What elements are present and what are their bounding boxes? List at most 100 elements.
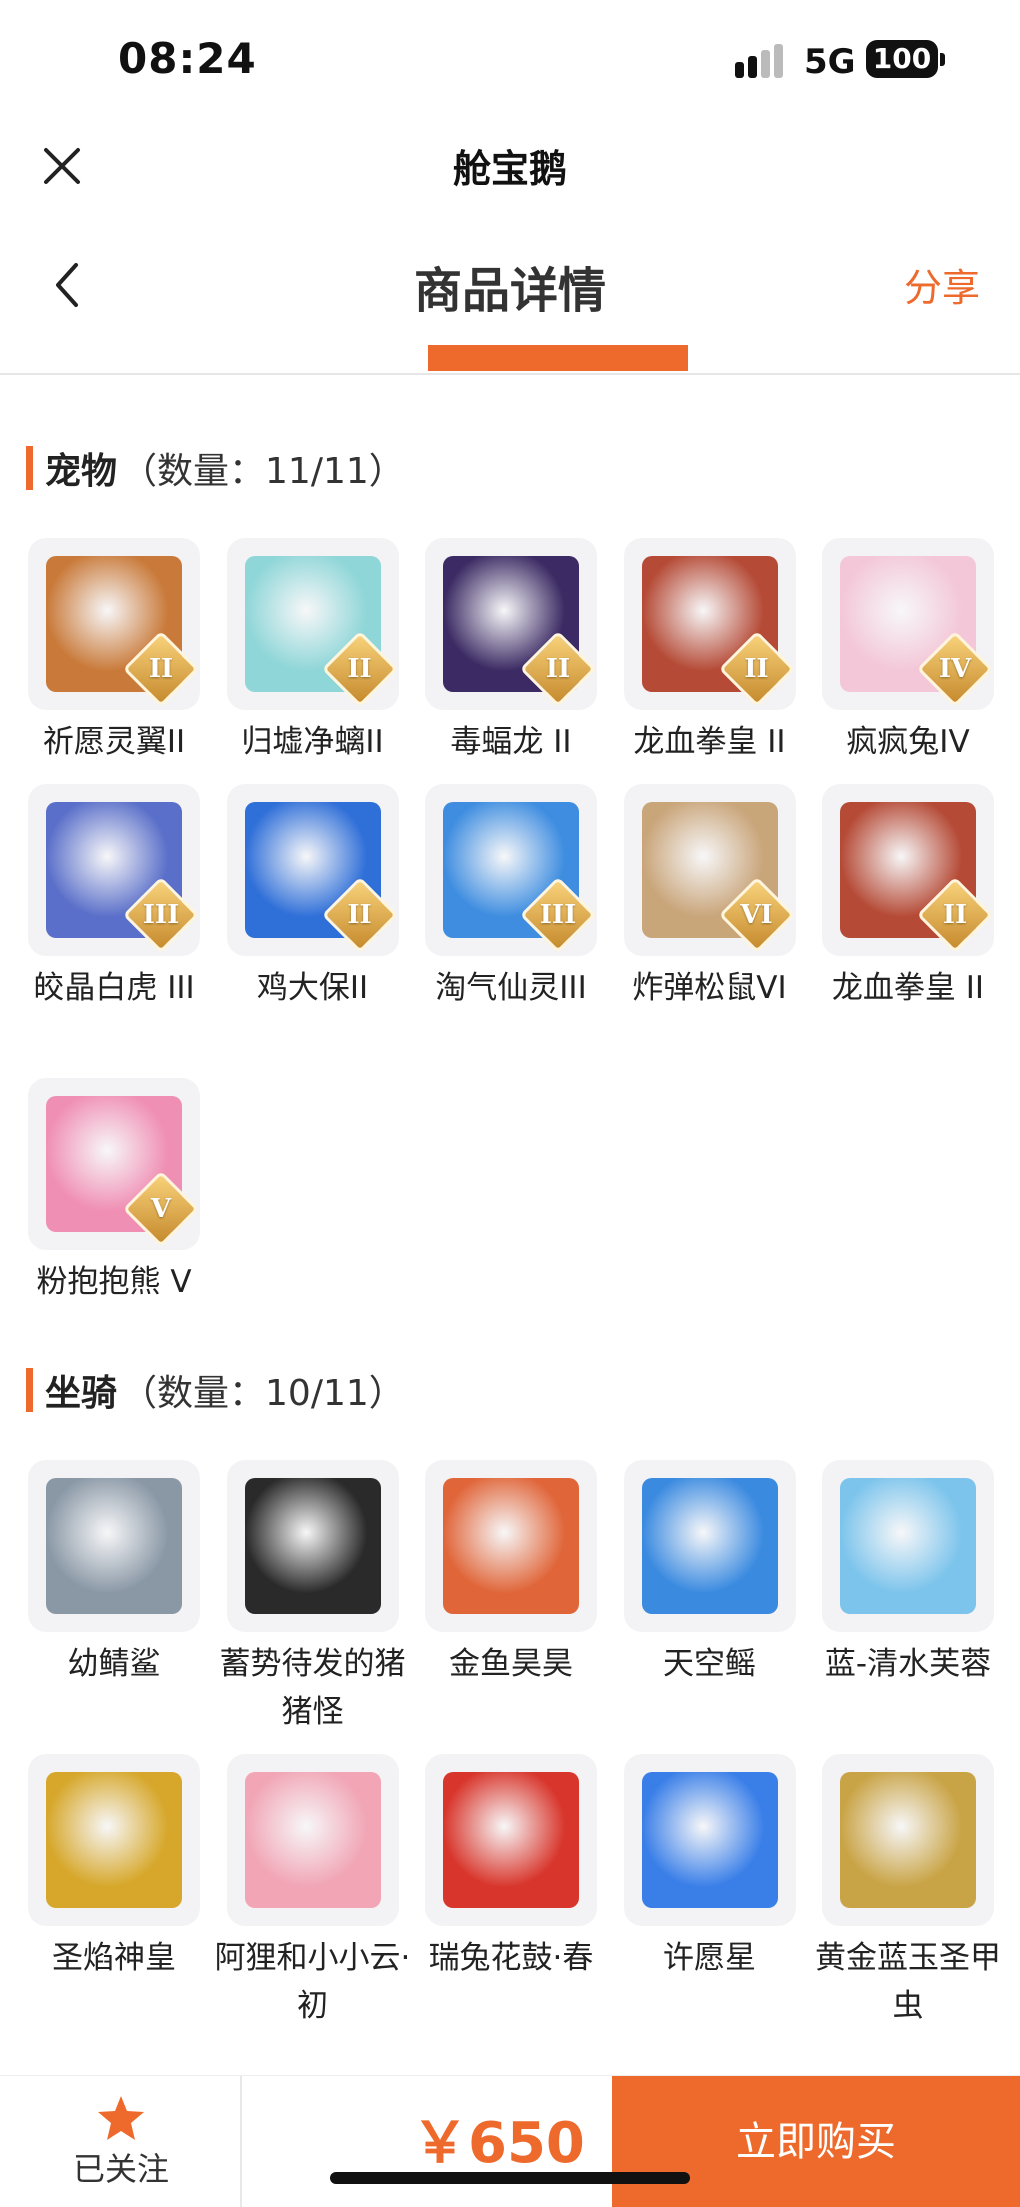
item-label: 天空鳐 — [663, 1646, 756, 1682]
item-thumbnail: II — [623, 538, 796, 710]
mount-card[interactable]: 蓄势待发的猪猪怪 — [220, 1460, 406, 1736]
rank-badge-text: III — [539, 900, 577, 930]
star-icon — [96, 2094, 146, 2142]
item-thumbnail: II — [822, 784, 994, 956]
pet-card[interactable]: II 毒蝠龙 II — [423, 538, 599, 766]
item-thumbnail — [226, 1754, 399, 1926]
item-thumbnail: III — [28, 784, 200, 956]
buy-now-button[interactable]: 立即购买 — [612, 2076, 1020, 2207]
rank-badge-text: III — [142, 900, 180, 930]
rank-badge-text: II — [942, 900, 968, 930]
pet-card[interactable]: II 龙血拳皇 II — [820, 784, 996, 1012]
section-title: 坐骑 — [45, 1373, 118, 1414]
mini-app-title: 舱宝鹅 — [452, 147, 567, 191]
rank-badge-text: IV — [938, 654, 972, 684]
mount-card[interactable]: 许愿星 — [622, 1754, 798, 1982]
item-label: 幼鲭鲨 — [67, 1646, 161, 1682]
item-label: 皎晶白虎 III — [33, 970, 195, 1006]
drum-mount-icon — [443, 1772, 579, 1908]
share-button[interactable]: 分享 — [904, 257, 980, 312]
item-label: 炸弹松鼠VI — [632, 970, 787, 1006]
item-thumbnail: II — [425, 538, 597, 710]
battery-icon: 100 — [866, 40, 938, 78]
scarab-mount-icon — [840, 1772, 976, 1908]
pet-card[interactable]: II 归墟净螭II — [225, 538, 401, 766]
star-mount-icon — [641, 1772, 778, 1908]
pet-card[interactable]: II 鸡大保II — [225, 784, 401, 1012]
item-thumbnail: II — [226, 538, 399, 710]
item-label: 瑞兔花鼓·春 — [428, 1940, 594, 1976]
item-thumbnail — [623, 1754, 796, 1926]
rank-badge-text: II — [347, 654, 372, 684]
pet-card[interactable]: III 皎晶白虎 III — [26, 784, 202, 1012]
goldfish-mount-icon — [443, 1478, 579, 1614]
pet-card[interactable]: III 淘气仙灵III — [423, 784, 599, 1012]
item-label: 圣焰神皇 — [52, 1940, 176, 1976]
mount-card[interactable]: 黄金蓝玉圣甲虫 — [815, 1754, 1001, 2030]
item-label: 疯疯兔IV — [846, 724, 970, 760]
sky-ray-mount-icon — [641, 1478, 778, 1614]
item-label: 黄金蓝玉圣甲虫 — [815, 1940, 1001, 2024]
mount-card[interactable]: 阿狸和小小云·初 — [215, 1754, 410, 2030]
network-label: 5G — [804, 42, 856, 82]
item-label: 淘气仙灵III — [435, 970, 587, 1006]
section-count: （数量：10/11） — [121, 1373, 405, 1414]
mount-card[interactable]: 蓝-清水芙蓉 — [820, 1460, 996, 1688]
mini-app-header: 舱宝鹅 — [0, 120, 1020, 220]
pet-card[interactable]: VI 炸弹松鼠VI — [622, 784, 798, 1012]
pet-card[interactable]: V 粉抱抱熊 V — [26, 1078, 202, 1306]
item-label: 鸡大保II — [256, 970, 369, 1006]
rank-badge-text: II — [744, 654, 769, 684]
item-thumbnail: V — [28, 1078, 200, 1250]
item-label: 粉抱抱熊 V — [36, 1264, 192, 1300]
pets-section-header: 宠物 （数量：11/11） — [26, 438, 405, 498]
mount-card[interactable]: 幼鲭鲨 — [26, 1460, 202, 1688]
page-title: 商品详情 — [413, 263, 606, 319]
item-label: 蓝-清水芙蓉 — [824, 1646, 992, 1682]
item-label: 许愿星 — [663, 1940, 756, 1976]
item-thumbnail: III — [425, 784, 597, 956]
rank-badge-text: II — [347, 900, 372, 930]
item-thumbnail — [425, 1460, 597, 1632]
lotus-mount-icon — [840, 1478, 976, 1614]
section-title: 宠物 — [45, 451, 118, 492]
golden-dragon-mount-icon — [46, 1772, 182, 1908]
fox-cloud-mount-icon — [244, 1772, 381, 1908]
status-time: 08:24 — [118, 34, 257, 83]
pet-card[interactable]: II 祈愿灵翼II — [26, 538, 202, 766]
item-thumbnail — [822, 1460, 994, 1632]
pet-card[interactable]: IV 疯疯兔IV — [820, 538, 996, 766]
price-label: ￥650 — [412, 2111, 585, 2176]
follow-label: 已关注 — [72, 2150, 169, 2188]
rank-badge-text: II — [545, 654, 571, 684]
battery-tip — [940, 53, 945, 66]
item-thumbnail — [28, 1460, 200, 1632]
item-thumbnail — [623, 1460, 796, 1632]
item-thumbnail — [425, 1754, 597, 1926]
item-label: 蓄势待发的猪猪怪 — [219, 1646, 406, 1730]
status-bar: 08:24 5G 100 — [0, 0, 1020, 120]
follow-button[interactable]: 已关注 — [0, 2076, 242, 2207]
rank-badge-text: II — [148, 654, 174, 684]
shark-mount-icon — [46, 1478, 182, 1614]
section-count: （数量：11/11） — [121, 451, 405, 492]
pig-mount-icon — [244, 1478, 381, 1614]
mount-card[interactable]: 金鱼昊昊 — [423, 1460, 599, 1688]
mount-card[interactable]: 天空鳐 — [622, 1460, 798, 1688]
item-thumbnail: VI — [623, 784, 796, 956]
item-thumbnail — [226, 1460, 399, 1632]
pet-card[interactable]: II 龙血拳皇 II — [622, 538, 798, 766]
rank-badge-text: V — [150, 1194, 172, 1224]
item-label: 归墟净螭II — [241, 724, 384, 760]
item-thumbnail: II — [226, 784, 399, 956]
item-label: 金鱼昊昊 — [449, 1646, 573, 1682]
item-thumbnail: IV — [822, 538, 994, 710]
item-label: 龙血拳皇 II — [633, 724, 786, 760]
item-thumbnail — [28, 1754, 200, 1926]
section-accent-bar — [26, 1368, 33, 1412]
mount-card[interactable]: 瑞兔花鼓·春 — [423, 1754, 599, 1982]
rank-badge-text: VI — [740, 900, 773, 930]
tab-indicator — [428, 345, 688, 371]
mount-card[interactable]: 圣焰神皇 — [26, 1754, 202, 1982]
item-thumbnail — [822, 1754, 994, 1926]
